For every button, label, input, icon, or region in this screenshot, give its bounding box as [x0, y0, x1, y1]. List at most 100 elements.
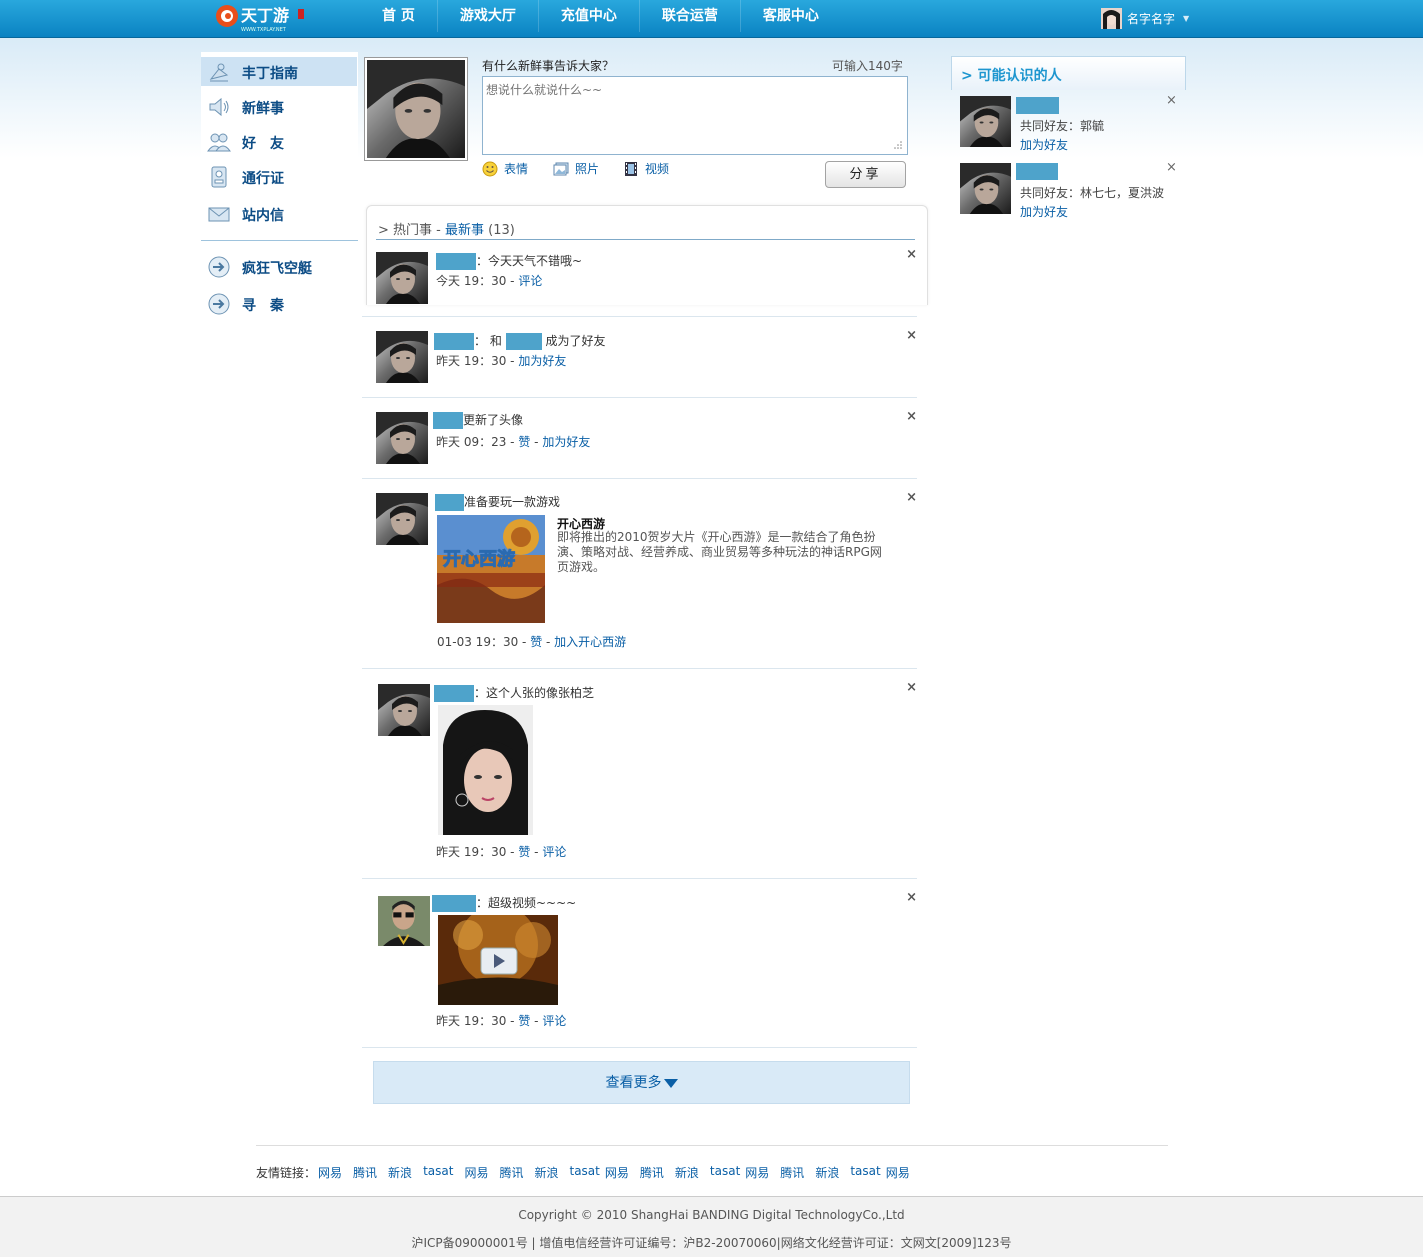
feed-time: 昨天 19：30 - — [436, 845, 519, 859]
nav-recharge[interactable]: 充值中心 — [539, 0, 640, 32]
sidebar-item-guide[interactable]: 丰丁指南 — [201, 57, 357, 86]
close-icon[interactable]: × — [906, 890, 917, 905]
copyright: Copyright © 2010 ShangHai BANDING Digita… — [518, 1208, 905, 1222]
friend-link[interactable]: 腾讯 — [353, 1164, 377, 1181]
user-menu[interactable]: 名字名字 ▼ — [1101, 7, 1189, 29]
load-more-button[interactable]: 查看更多 — [373, 1061, 910, 1104]
person-avatar[interactable] — [960, 96, 1011, 147]
resize-grip-icon[interactable] — [893, 140, 902, 149]
friends-icon — [207, 133, 231, 152]
feed-avatar[interactable] — [378, 684, 430, 736]
feed-avatar[interactable] — [376, 331, 428, 383]
friend-link[interactable]: 网易 — [318, 1164, 342, 1181]
comment-link[interactable]: 评论 — [542, 1014, 566, 1028]
friend-link[interactable]: 网易 — [464, 1164, 488, 1181]
add-friend-link[interactable]: 加为好友 — [1020, 136, 1068, 153]
friend-link[interactable]: 腾讯 — [499, 1164, 523, 1181]
username-link[interactable] — [432, 895, 476, 912]
like-link[interactable]: 赞 — [518, 1014, 530, 1028]
friend-link[interactable]: 网易 — [605, 1164, 629, 1181]
friend-link[interactable]: 新浪 — [534, 1164, 558, 1181]
friend-link[interactable]: tasat — [569, 1164, 599, 1181]
friend-link[interactable]: tasat — [710, 1164, 740, 1181]
video-button[interactable]: 视频 — [623, 160, 669, 177]
game-description: 即将推出的2010贺岁大片《开心西游》是一款结合了角色扮演、策略对战、经营养成、… — [557, 530, 882, 574]
add-friend-link[interactable]: 加为好友 — [542, 435, 590, 449]
person-avatar[interactable] — [960, 163, 1011, 214]
username-link[interactable] — [434, 333, 474, 350]
feed-time: 昨天 19：30 - — [436, 1014, 519, 1028]
feed-item: ：这个人张的像张柏芝 昨天 19：30 - 赞 - 评论 × — [362, 669, 917, 879]
friend-link[interactable]: tasat — [423, 1164, 453, 1181]
feed-avatar[interactable] — [376, 412, 428, 464]
close-icon[interactable]: × — [1166, 93, 1177, 108]
username-link[interactable] — [433, 412, 463, 429]
comment-link[interactable]: 评论 — [518, 274, 542, 288]
nav-customer-service[interactable]: 客服中心 — [741, 0, 841, 32]
user-avatar — [1101, 7, 1122, 29]
feed-avatar[interactable] — [378, 895, 430, 946]
close-icon[interactable]: × — [1166, 160, 1177, 175]
friend-link[interactable]: 新浪 — [388, 1164, 412, 1181]
sidebar-app-xunqin[interactable]: 寻 秦 — [201, 289, 357, 318]
like-link[interactable]: 赞 — [518, 845, 530, 859]
composer-prompt: 有什么新鲜事告诉大家？ — [482, 59, 615, 73]
logo-sub: WWW.TXPLAY.NET — [241, 27, 287, 33]
comment-link[interactable]: 评论 — [542, 845, 566, 859]
feed-tabs: > 热门事 - 最新事 (13) — [378, 219, 515, 238]
add-friend-link[interactable]: 加为好友 — [518, 354, 566, 368]
site-logo[interactable]: 天丁游 WWW.TXPLAY.NET — [213, 1, 308, 34]
close-icon[interactable]: × — [906, 247, 917, 262]
chevron-down-icon[interactable]: ▼ — [1183, 14, 1189, 23]
feed-time: 昨天 19：30 - — [436, 354, 519, 368]
like-link[interactable]: 赞 — [518, 435, 530, 449]
post-photo[interactable] — [438, 705, 533, 835]
game-thumbnail[interactable]: 开心西游 — [437, 515, 545, 623]
mail-icon — [208, 207, 230, 222]
feed-item: ：超级视频~~~~ 昨天 19：30 - 赞 - 评论 × — [362, 879, 917, 1048]
sidebar-app-airship[interactable]: 疯狂飞空艇 — [201, 252, 357, 281]
sidebar-item-news[interactable]: 新鲜事 — [201, 92, 357, 121]
suggested-person: 共同好友：林七七，夏洪波 加为好友 × — [960, 160, 1180, 223]
status-input[interactable] — [483, 77, 907, 154]
friend-link[interactable]: tasat — [850, 1164, 880, 1181]
username-link[interactable] — [505, 333, 542, 350]
username-link[interactable] — [435, 494, 464, 511]
like-link[interactable]: 赞 — [530, 635, 542, 649]
close-icon[interactable]: × — [906, 680, 917, 695]
friend-links: 友情链接： 网易 腾讯 新浪 tasat 网易 腾讯 新浪 tasat 网易 腾… — [256, 1164, 910, 1181]
friend-link[interactable]: 网易 — [745, 1164, 769, 1181]
person-name-link[interactable] — [1016, 97, 1059, 114]
person-name-link[interactable] — [1016, 163, 1058, 180]
join-game-link[interactable]: 加入开心西游 — [554, 635, 626, 649]
feed-avatar[interactable] — [376, 252, 428, 304]
nav-joint-operation[interactable]: 联合运营 — [640, 0, 741, 32]
sidebar-item-passport[interactable]: 通行证 — [201, 162, 357, 191]
svg-text:开心西游: 开心西游 — [443, 548, 515, 570]
feed-avatar[interactable] — [376, 493, 428, 545]
main-nav: 首 页 游戏大厅 充值中心 联合运营 客服中心 — [360, 0, 841, 36]
add-friend-link[interactable]: 加为好友 — [1020, 203, 1068, 220]
feed-item: ： 和 成为了好友 昨天 19：30 - 加为好友 × — [362, 317, 917, 398]
sidebar-item-friends[interactable]: 好 友 — [201, 127, 357, 156]
emoji-button[interactable]: 表情 — [482, 160, 528, 177]
close-icon[interactable]: × — [906, 409, 917, 424]
friend-link[interactable]: 新浪 — [675, 1164, 699, 1181]
nav-game-hall[interactable]: 游戏大厅 — [438, 0, 539, 32]
username-link[interactable] — [434, 685, 474, 702]
my-avatar[interactable] — [364, 57, 468, 161]
friend-link[interactable]: 腾讯 — [780, 1164, 804, 1181]
photo-button[interactable]: 照片 — [553, 160, 599, 177]
nav-home[interactable]: 首 页 — [360, 0, 438, 32]
close-icon[interactable]: × — [906, 490, 917, 505]
username-link[interactable] — [436, 253, 476, 270]
friend-link[interactable]: 新浪 — [815, 1164, 839, 1181]
tab-newest[interactable]: 最新事 — [445, 223, 484, 238]
friend-link[interactable]: 腾讯 — [640, 1164, 664, 1181]
sidebar-item-messages[interactable]: 站内信 — [201, 199, 357, 228]
close-icon[interactable]: × — [906, 328, 917, 343]
friend-link[interactable]: 网易 — [886, 1164, 910, 1181]
share-button[interactable]: 分享 — [825, 161, 906, 188]
video-thumbnail[interactable] — [438, 905, 558, 1005]
tab-hot[interactable]: > 热门事 — [378, 223, 432, 238]
